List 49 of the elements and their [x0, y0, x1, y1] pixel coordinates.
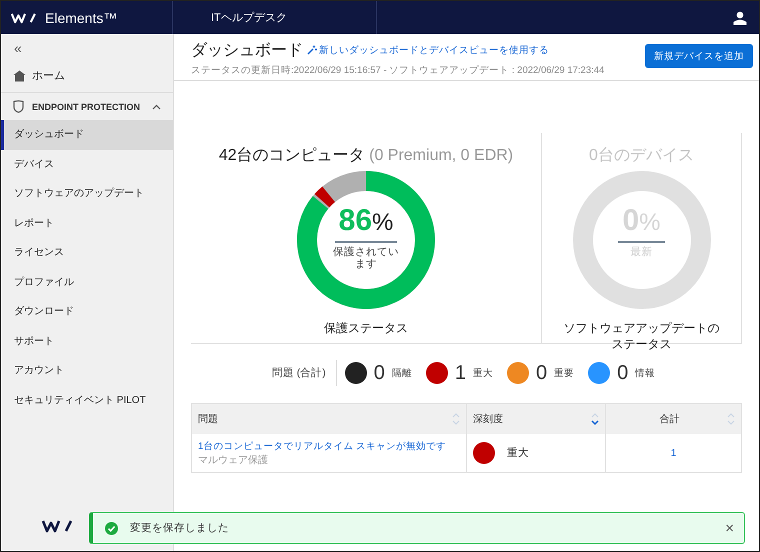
- issue-count: 0: [617, 362, 628, 384]
- shield-icon: [13, 100, 24, 113]
- issue-count: 0: [536, 362, 548, 384]
- home-icon: [13, 70, 26, 82]
- card-title: 0台のデバイス: [589, 146, 694, 166]
- severity-label: 重大: [472, 366, 493, 380]
- gauge-caption: 保護されています: [332, 246, 400, 270]
- severity-label: 重大: [507, 446, 529, 460]
- card-title: 42台のコンピュータ (0 Premium, 0 EDR): [218, 146, 514, 166]
- sidebar-item[interactable]: ダッシュボード: [1, 120, 173, 150]
- sidebar-item[interactable]: サポート: [1, 326, 173, 356]
- sidebar-item[interactable]: プロファイル: [1, 268, 173, 297]
- gauge-label: 保護ステータス: [323, 320, 409, 336]
- add-device-button[interactable]: 新規デバイスを追加: [645, 44, 753, 68]
- sidebar-item[interactable]: レポート: [1, 208, 173, 238]
- issue-category: マルウェア保護: [198, 454, 268, 466]
- issue-count: 0: [374, 362, 385, 384]
- severity-label: 情報: [635, 366, 656, 380]
- severity-label: 隔離: [392, 366, 412, 380]
- new-dashboard-link[interactable]: 新しいダッシュボードとデバイスビューを使用する: [307, 44, 549, 56]
- collapse-button[interactable]: «: [1, 34, 173, 62]
- page-title: ダッシュボード: [191, 41, 303, 61]
- column-header[interactable]: 問題: [198, 412, 452, 426]
- brand-name: Elements™: [45, 10, 118, 26]
- check-circle-icon: [105, 522, 118, 534]
- sort-icon[interactable]: [591, 411, 599, 427]
- column-header[interactable]: 合計: [612, 412, 727, 426]
- section-header[interactable]: ENDPOINT PROTECTION: [1, 93, 173, 120]
- issue-count: 1: [454, 362, 466, 384]
- total-link[interactable]: 1: [670, 448, 676, 458]
- sidebar-item[interactable]: デバイス: [1, 150, 173, 179]
- percentage: 86%: [334, 206, 398, 243]
- organization-name: ITヘルプデスク: [173, 1, 377, 34]
- sidebar-item[interactable]: セキュリティイベント PILOT: [1, 386, 173, 415]
- column-header[interactable]: 深刻度: [473, 412, 591, 426]
- sidebar-item[interactable]: ソフトウェアのアップデート: [1, 179, 173, 208]
- close-button[interactable]: ×: [725, 520, 734, 536]
- issues-label: 問題 (合計): [272, 360, 337, 386]
- update-timestamps: ステータスの更新日時:2022/06/29 15:16:57 - ソフトウェアアップデート : 2022/06/29 17:23:44: [191, 64, 606, 77]
- magic-wand-icon: [307, 45, 317, 55]
- issue-link[interactable]: 1台のコンピュータでリアルタイム スキャンが無効です: [198, 440, 446, 452]
- severity-label: 重要: [554, 366, 574, 380]
- home-link[interactable]: ホーム: [1, 62, 173, 93]
- sidebar-item[interactable]: アカウント: [1, 356, 173, 386]
- user-icon[interactable]: [733, 10, 747, 24]
- sidebar-item[interactable]: ダウンロード: [1, 297, 173, 326]
- gauge-label: ソフトウェアアップデートのステータス: [562, 320, 720, 352]
- toast-message: 変更を保存しました: [130, 521, 230, 535]
- sidebar-item[interactable]: ライセンス: [1, 238, 173, 268]
